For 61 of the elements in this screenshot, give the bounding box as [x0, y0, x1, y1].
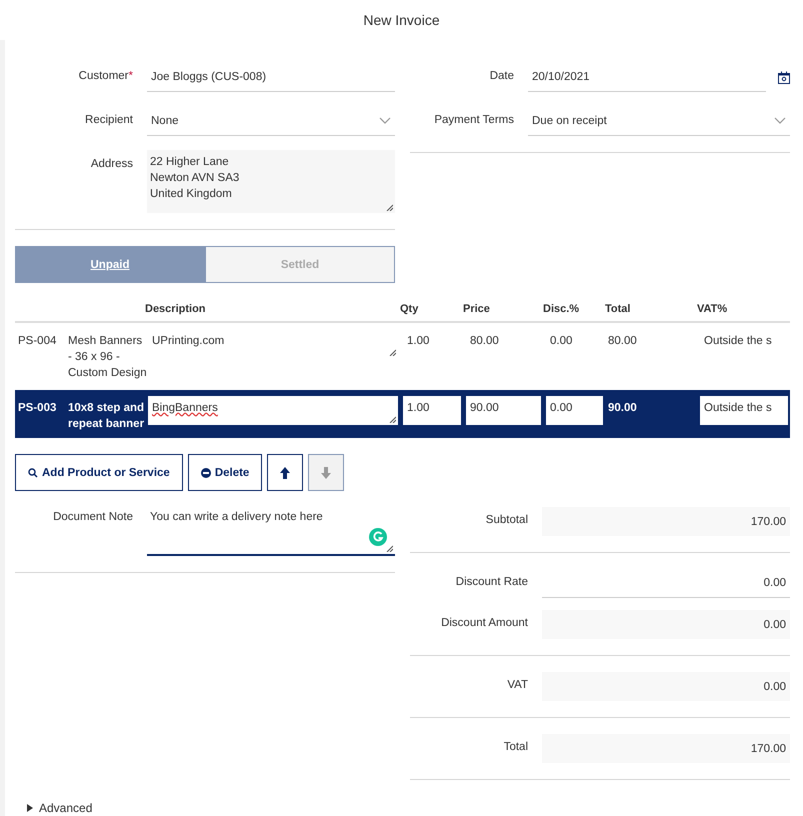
- note-field[interactable]: You can write a delivery note here: [147, 507, 395, 556]
- qty-field[interactable]: 1.00: [403, 396, 461, 425]
- resize-grip-icon[interactable]: [386, 545, 393, 552]
- search-icon: [28, 468, 38, 478]
- field-label: Recipient: [84, 113, 133, 126]
- total-label: Subtotal: [484, 513, 528, 526]
- description-field[interactable]: UPrinting.com: [148, 329, 398, 358]
- column-header: Price: [463, 303, 491, 315]
- move-up-button[interactable]: [267, 454, 304, 491]
- total-value: 170.00: [542, 507, 790, 536]
- total-cell-text: 90.00: [608, 401, 638, 416]
- address-field[interactable]: 22 Higher Lane Newton AVN SA3 United Kingdom: [147, 150, 395, 213]
- description-field[interactable]: BingBanners: [148, 396, 398, 425]
- arrow-up-icon: [280, 466, 290, 478]
- advanced-toggle[interactable]: Advanced: [39, 801, 92, 815]
- resize-grip-icon[interactable]: [389, 349, 396, 356]
- minus-circle-icon: [200, 468, 211, 478]
- total-label: Discount Rate: [454, 575, 528, 588]
- total-value: 0.00: [542, 672, 790, 701]
- total-label: Discount Amount: [440, 616, 528, 629]
- expand-arrow-icon[interactable]: [27, 804, 33, 812]
- column-header: Disc.%: [543, 303, 580, 315]
- select-field[interactable]: Due on receipt: [528, 106, 790, 136]
- vat-field[interactable]: Outside the s: [700, 396, 788, 425]
- column-header: Total: [605, 303, 632, 315]
- column-header: Description: [145, 303, 207, 315]
- total-label: Total: [502, 740, 528, 753]
- table-row[interactable]: PS-003 10x8 step and repeat banner BingBanners 1.00 90.00 0.00 90.00 Outside the s: [15, 390, 790, 438]
- select-field[interactable]: None: [147, 106, 395, 136]
- resize-grip-icon[interactable]: [389, 416, 396, 423]
- total-label: VAT: [506, 678, 528, 691]
- discount-field[interactable]: 0.00: [546, 396, 603, 425]
- field-label: Payment Terms: [433, 113, 514, 126]
- product-name: 10x8 step and repeat banner: [68, 401, 146, 432]
- total-value: 170.00: [542, 734, 790, 763]
- product-code: PS-003: [18, 401, 58, 416]
- delete-button[interactable]: Delete: [188, 454, 262, 491]
- price-field[interactable]: 80.00: [466, 329, 541, 351]
- add-button[interactable]: Add Product or Service: [15, 454, 183, 491]
- field-label: Document Note: [52, 510, 133, 523]
- calendar-icon[interactable]: [778, 70, 790, 84]
- price-field[interactable]: 90.00: [466, 396, 541, 425]
- product-name: Mesh Banners - 36 x 96 - Custom Design: [68, 334, 148, 381]
- total-value: 0.00: [542, 610, 790, 639]
- field-label: Date: [488, 69, 514, 82]
- vat-field[interactable]: Outside the s: [700, 329, 788, 351]
- total-cell-text: 80.00: [608, 334, 638, 349]
- qty-field[interactable]: 1.00: [403, 329, 461, 351]
- discount-field[interactable]: 0.00: [546, 329, 603, 351]
- text-field[interactable]: Joe Bloggs (CUS-008): [147, 62, 395, 92]
- date-field[interactable]: 20/10/2021: [528, 62, 766, 92]
- arrow-down-icon: [321, 466, 332, 478]
- column-header: VAT%: [697, 303, 728, 315]
- column-header: Qty: [400, 303, 420, 315]
- chevron-down-icon: [774, 117, 786, 124]
- chevron-down-icon: [379, 117, 391, 124]
- product-code: PS-004: [18, 334, 58, 349]
- field-label: Address: [90, 157, 133, 170]
- field-label: Customer*: [78, 69, 133, 82]
- resize-grip-icon[interactable]: [386, 204, 393, 211]
- window-title: New Invoice: [0, 0, 803, 40]
